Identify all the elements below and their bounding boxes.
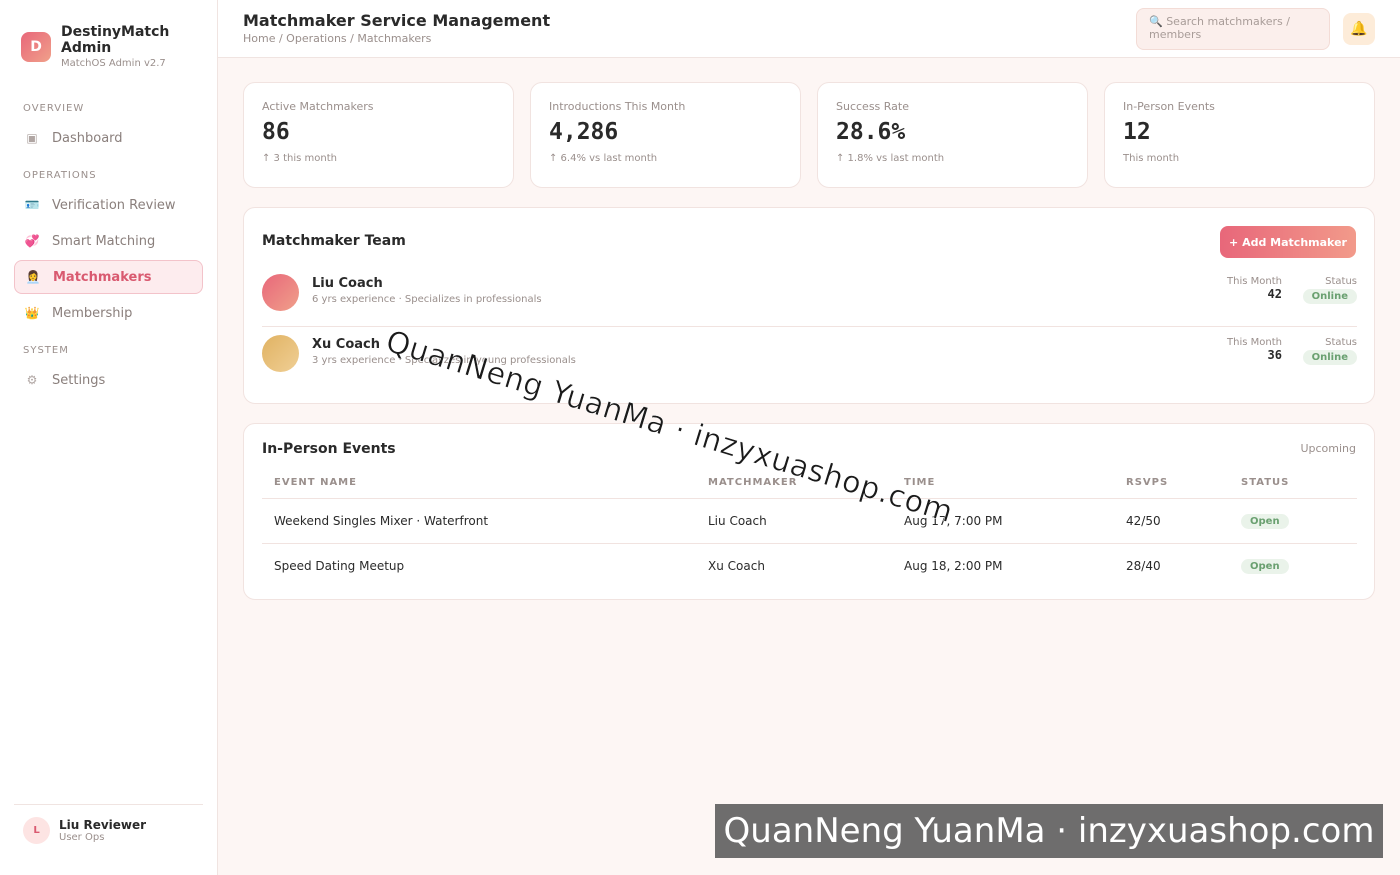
sidebar-item-smart-matching[interactable]: 💞 Smart Matching	[14, 224, 203, 258]
events-table: EVENT NAME MATCHMAKER TIME RSVPS STATUS …	[262, 468, 1357, 588]
matchmaker-name: Xu Coach	[312, 337, 381, 352]
stat-card-in-person-events: In-Person Events 12 This month	[1104, 82, 1375, 188]
event-matchmaker: Xu Coach	[708, 558, 765, 573]
breadcrumb: Home / Operations / Matchmakers	[243, 32, 432, 45]
stat-trend: ↑ 1.8% vs last month	[836, 153, 945, 164]
watermark-banner: QuanNeng YuanMa · inzyxuashop.com	[715, 804, 1383, 858]
search-input[interactable]: 🔍 Search matchmakers / members	[1136, 8, 1330, 50]
event-time: Aug 18, 2:00 PM	[904, 558, 1003, 573]
sidebar: D DestinyMatch Admin MatchOS Admin v2.7 …	[0, 0, 218, 875]
sidebar-item-label: Verification Review	[52, 197, 176, 213]
stat-value: 4,286	[549, 119, 619, 145]
status: Status Online	[1298, 337, 1357, 365]
month-label: This Month	[1227, 276, 1282, 287]
event-matchmaker: Liu Coach	[696, 498, 892, 544]
sidebar-item-settings[interactable]: ⚙ Settings	[14, 363, 203, 397]
table-row[interactable]: Speed Dating Meetup Xu Coach Aug 18, 2:0…	[262, 544, 1357, 589]
column-header: STATUS	[1229, 468, 1357, 499]
stat-label: In-Person Events	[1123, 100, 1215, 113]
stat-value: 28.6%	[836, 119, 906, 145]
avatar	[262, 274, 299, 311]
table-row[interactable]: Weekend Singles Mixer · Waterfront Liu C…	[262, 498, 1357, 544]
section-title: Matchmaker Team	[262, 233, 406, 249]
status-badge: Open	[1241, 559, 1289, 574]
brand-logo: D	[21, 32, 51, 62]
sidebar-item-label: Smart Matching	[52, 233, 156, 249]
status: Status Online	[1298, 276, 1357, 304]
status-badge: Online	[1302, 289, 1357, 304]
column-header: RSVPS	[1114, 468, 1229, 499]
matchmaker-icon: 👩‍💼	[25, 270, 41, 284]
user-profile[interactable]: L Liu Reviewer User Ops	[14, 804, 203, 844]
event-name: Speed Dating Meetup	[274, 558, 405, 573]
stat-trend: ↑ 6.4% vs last month	[549, 153, 658, 164]
add-matchmaker-button[interactable]: + Add Matchmaker	[1220, 226, 1356, 258]
page-title: Matchmaker Service Management	[243, 11, 551, 30]
matchmaker-name: Liu Coach	[312, 276, 383, 291]
brand-name: DestinyMatch Admin	[61, 24, 170, 56]
matchmaker-team-card: Matchmaker Team + Add Matchmaker Liu Coa…	[243, 207, 1375, 404]
id-card-icon: 🪪	[24, 198, 40, 212]
event-rsvps: 42/50	[1114, 498, 1229, 544]
brand-version: MatchOS Admin v2.7	[61, 58, 166, 69]
month-count: This Month 42	[1204, 276, 1282, 301]
crown-icon: 👑	[24, 306, 40, 320]
status-badge: Open	[1241, 514, 1289, 529]
stat-value: 12	[1123, 119, 1151, 145]
nav-section-operations: OPERATIONS	[23, 170, 97, 181]
stat-label: Introductions This Month	[549, 100, 686, 113]
event-rsvps: 28/40	[1126, 558, 1161, 573]
events-filter[interactable]: Upcoming	[1300, 442, 1356, 455]
status-badge: Online	[1302, 350, 1357, 365]
sidebar-item-label: Settings	[52, 372, 106, 388]
event-status: Open	[1229, 498, 1357, 544]
matchmaker-description: 3 yrs experience · Specializes in young …	[312, 355, 576, 366]
sidebar-item-label: Matchmakers	[53, 269, 152, 285]
top-header: Matchmaker Service Management Home / Ope…	[218, 0, 1400, 58]
column-header: EVENT NAME	[262, 468, 696, 499]
event-status: Open	[1229, 544, 1357, 589]
status-label: Status	[1325, 276, 1357, 287]
stat-label: Success Rate	[836, 100, 909, 113]
stat-card-success-rate: Success Rate 28.6% ↑ 1.8% vs last month	[817, 82, 1088, 188]
hearts-icon: 💞	[24, 234, 40, 248]
events-card: In-Person Events Upcoming EVENT NAME MAT…	[243, 423, 1375, 600]
bell-icon[interactable]: 🔔	[1343, 13, 1375, 45]
avatar: L	[23, 817, 50, 844]
stat-card-active-matchmakers: Active Matchmakers 86 ↑ 3 this month	[243, 82, 514, 188]
sidebar-item-verification-review[interactable]: 🪪 Verification Review	[14, 188, 203, 222]
sidebar-item-label: Dashboard	[52, 130, 123, 146]
event-name: Weekend Singles Mixer · Waterfront	[262, 498, 696, 544]
event-time: Aug 17, 7:00 PM	[892, 498, 1114, 544]
month-label: This Month	[1227, 337, 1282, 348]
stat-card-introductions: Introductions This Month 4,286 ↑ 6.4% vs…	[530, 82, 801, 188]
month-count: This Month 36	[1204, 337, 1282, 362]
nav-section-overview: OVERVIEW	[23, 103, 85, 114]
section-title: In-Person Events	[262, 441, 396, 457]
brand: D DestinyMatch Admin MatchOS Admin v2.7	[21, 24, 181, 69]
gear-icon: ⚙	[26, 373, 38, 387]
matchmaker-description: 6 yrs experience · Specializes in profes…	[312, 294, 542, 305]
dashboard-icon: ▣	[26, 131, 38, 145]
avatar	[262, 335, 299, 372]
stat-trend: This month	[1123, 153, 1180, 164]
column-header: TIME	[892, 468, 1114, 499]
sidebar-item-membership[interactable]: 👑 Membership	[14, 296, 203, 330]
column-header: MATCHMAKER	[696, 468, 892, 499]
sidebar-item-label: Membership	[52, 305, 133, 321]
user-role: User Ops	[59, 832, 105, 843]
sidebar-item-dashboard[interactable]: ▣ Dashboard	[14, 121, 203, 155]
matchmaker-row[interactable]: Liu Coach 6 yrs experience · Specializes…	[262, 266, 1357, 327]
stat-trend: ↑ 3 this month	[262, 153, 337, 164]
sidebar-item-matchmakers[interactable]: 👩‍💼 Matchmakers	[14, 260, 203, 294]
status-label: Status	[1325, 337, 1357, 348]
matchmaker-row[interactable]: Xu Coach 3 yrs experience · Specializes …	[262, 327, 1357, 388]
table-header-row: EVENT NAME MATCHMAKER TIME RSVPS STATUS	[262, 468, 1357, 499]
user-name: Liu Reviewer	[59, 818, 147, 832]
month-value: 42	[1267, 287, 1282, 301]
stat-value: 86	[262, 119, 290, 145]
stat-label: Active Matchmakers	[262, 100, 374, 113]
month-value: 36	[1267, 348, 1282, 362]
nav-section-system: SYSTEM	[23, 345, 69, 356]
